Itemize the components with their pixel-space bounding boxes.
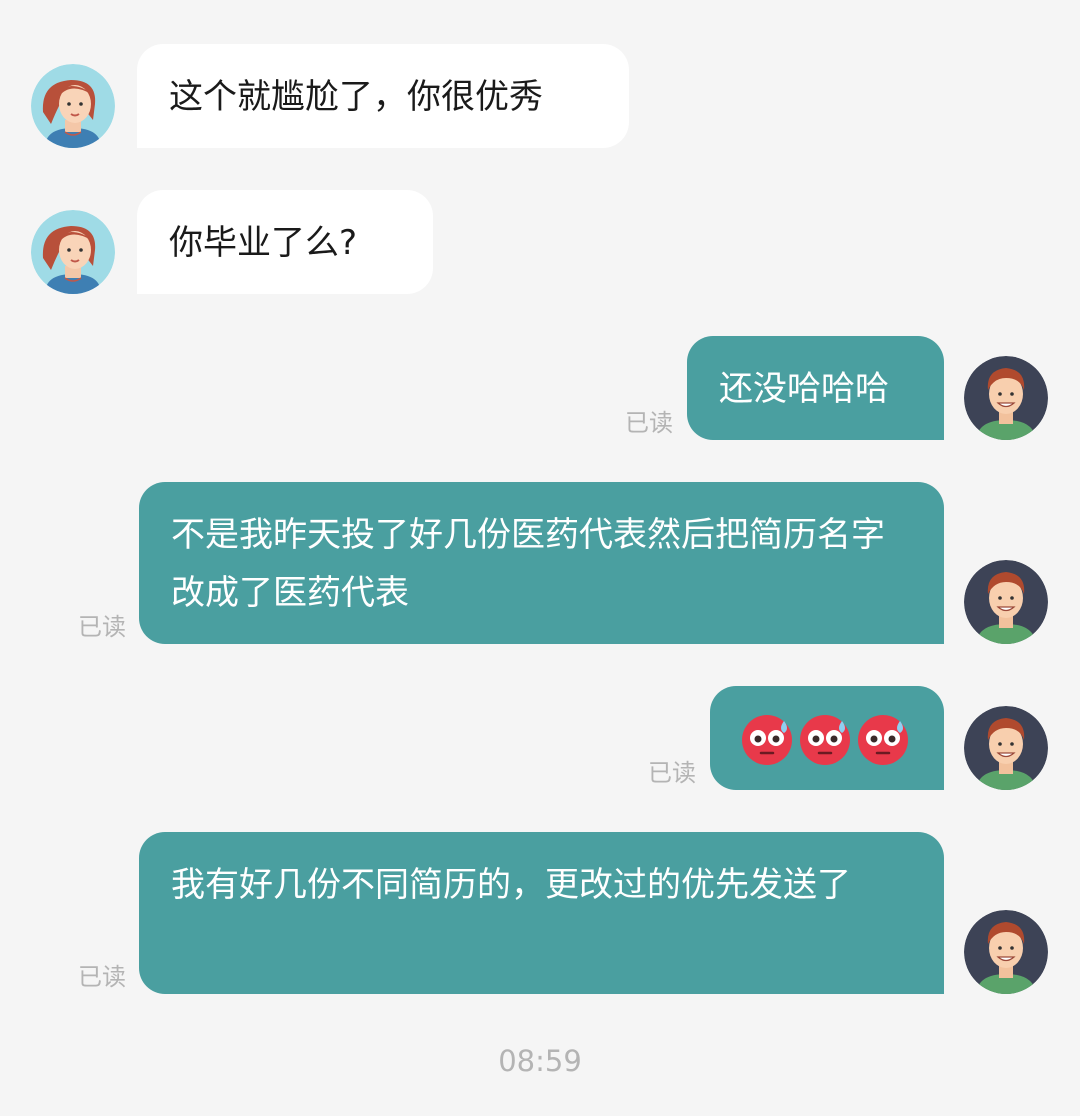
message-text: 我有好几份不同简历的，更改过的优先发送了 xyxy=(171,865,851,905)
message-text: 不是我昨天投了好几份医药代表然后把简历名字改成了医药代表 xyxy=(171,515,885,613)
message-bubble-outgoing[interactable]: 不是我昨天投了好几份医药代表然后把简历名字改成了医药代表 xyxy=(139,482,944,644)
flushed-face-emoji-icon xyxy=(740,713,794,767)
man-avatar-icon xyxy=(964,560,1048,644)
woman-avatar-icon xyxy=(31,64,115,148)
message-bubble-outgoing[interactable]: 还没哈哈哈 xyxy=(687,336,944,440)
timestamp: 08:59 xyxy=(498,1044,582,1078)
self-avatar[interactable] xyxy=(964,356,1048,440)
man-avatar-icon xyxy=(964,706,1048,790)
man-avatar-icon xyxy=(964,356,1048,440)
read-status: 已读 xyxy=(78,963,126,991)
self-avatar[interactable] xyxy=(964,706,1048,790)
read-status: 已读 xyxy=(625,409,673,437)
message-text: 这个就尴尬了，你很优秀 xyxy=(169,77,543,117)
self-avatar[interactable] xyxy=(964,910,1048,994)
flushed-face-emoji-icon xyxy=(856,713,910,767)
man-avatar-icon xyxy=(964,910,1048,994)
message-text: 还没哈哈哈 xyxy=(719,369,889,409)
flushed-face-emoji-icon xyxy=(798,713,852,767)
message-bubble-outgoing[interactable]: 我有好几份不同简历的，更改过的优先发送了 xyxy=(139,832,944,994)
chat-view: 这个就尴尬了，你很优秀 你毕业了么? 已读 还没哈哈哈 已读 不是我昨天投了好几… xyxy=(0,0,1080,1116)
message-bubble-incoming[interactable]: 你毕业了么? xyxy=(137,190,433,294)
read-status: 已读 xyxy=(648,759,696,787)
read-status: 已读 xyxy=(78,613,126,641)
woman-avatar-icon xyxy=(31,210,115,294)
contact-avatar[interactable] xyxy=(31,64,115,148)
message-bubble-incoming[interactable]: 这个就尴尬了，你很优秀 xyxy=(137,44,629,148)
message-text: 你毕业了么? xyxy=(169,223,358,263)
self-avatar[interactable] xyxy=(964,560,1048,644)
message-bubble-outgoing[interactable] xyxy=(710,686,944,790)
contact-avatar[interactable] xyxy=(31,210,115,294)
